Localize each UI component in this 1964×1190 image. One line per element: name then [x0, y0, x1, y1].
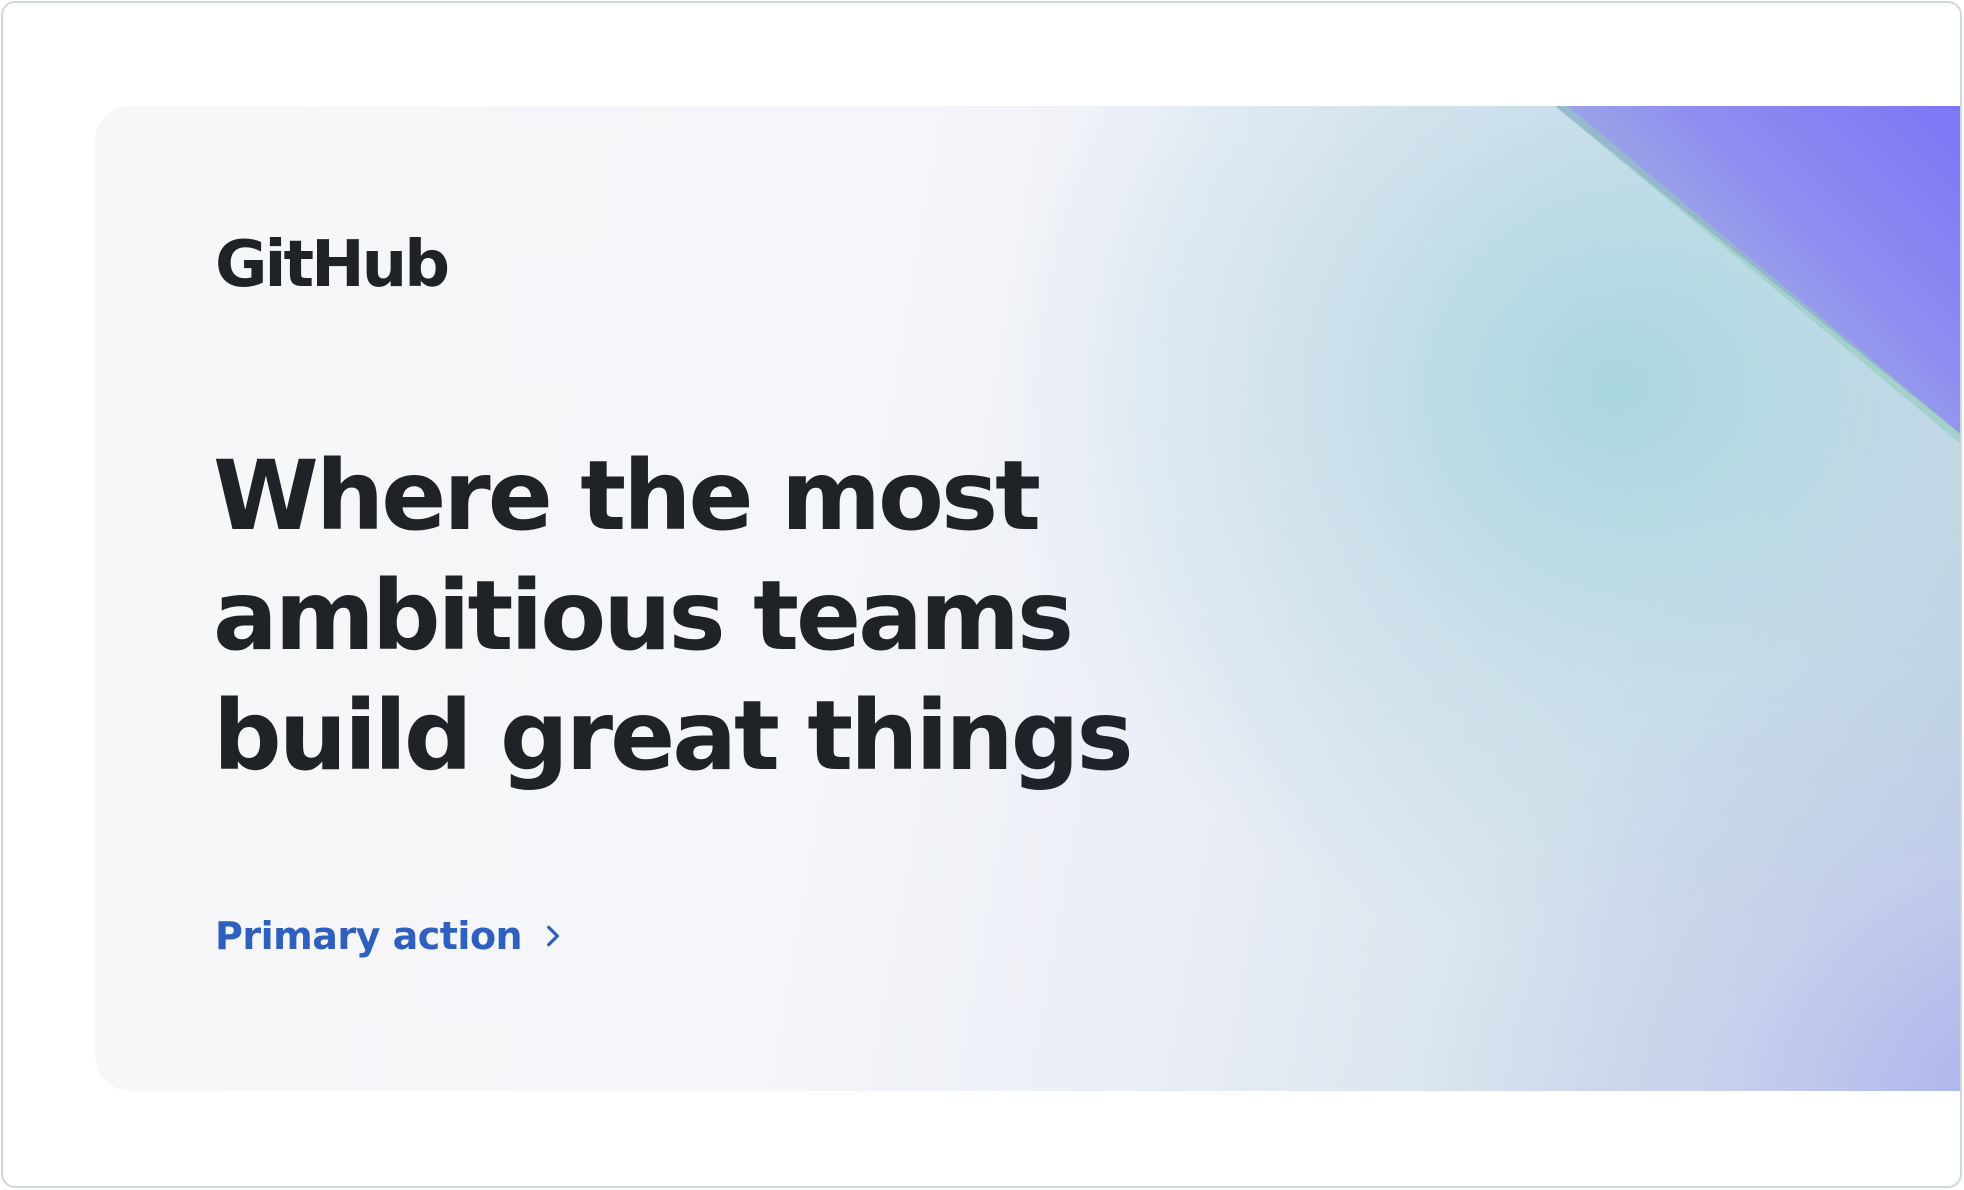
- primary-action-link[interactable]: Primary action: [215, 914, 566, 958]
- github-logo: GitHub: [215, 228, 450, 302]
- chevron-right-icon: [547, 925, 560, 947]
- hero-decoration: [1555, 106, 1960, 446]
- primary-action-label: Primary action: [215, 914, 523, 958]
- hero-banner: GitHub Where the most ambitious teams bu…: [95, 106, 1960, 1091]
- card-frame: GitHub Where the most ambitious teams bu…: [1, 1, 1962, 1188]
- hero-headline: Where the most ambitious teams build gre…: [213, 440, 1134, 792]
